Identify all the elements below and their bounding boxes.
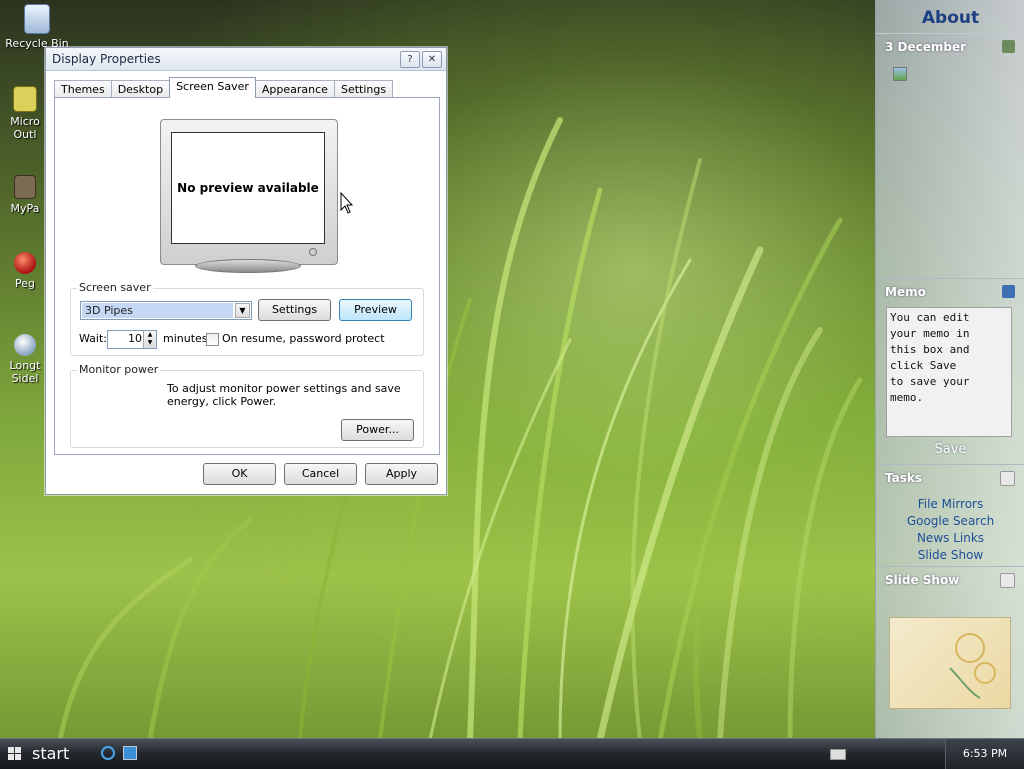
keyboard-icon[interactable] [830,749,846,760]
dialog-titlebar[interactable]: Display Properties ? ✕ [46,48,446,71]
password-protect-checkbox[interactable] [206,333,219,346]
slideshow-image[interactable] [889,617,1011,709]
screen-saver-settings-button[interactable]: Settings [258,299,331,321]
screen-saver-select[interactable]: 3D Pipes ▼ [80,301,252,320]
monitor-preview: No preview available [160,119,338,273]
slideshow-title: Slide Show [885,573,960,587]
internet-explorer-icon[interactable] [101,746,115,760]
outlook-icon [13,86,37,112]
screen-saver-group: Screen saver 3D Pipes ▼ Settings Preview… [70,281,424,356]
calendar-gadget-icon[interactable] [1002,40,1015,53]
taskbar: start 6:53 PM [0,738,1024,769]
monitor-power-led [309,248,317,256]
memo-title: Memo [885,285,926,299]
help-button[interactable]: ? [400,51,420,68]
start-button[interactable]: start [4,741,88,767]
memo-textarea[interactable]: You can edit your memo in this box and c… [886,307,1012,437]
tab-screen-saver[interactable]: Screen Saver [169,77,256,98]
task-link-file-mirrors[interactable]: File Mirrors [876,497,1024,511]
tab-desktop[interactable]: Desktop [110,80,171,98]
mypa-icon [14,175,36,199]
monitor-power-group-label: Monitor power [77,363,161,376]
close-button[interactable]: ✕ [422,51,442,68]
password-protect-label[interactable]: On resume, password protect [222,332,385,345]
windows-logo-icon [8,747,21,760]
power-description: To adjust monitor power settings and sav… [167,382,401,408]
cancel-button[interactable]: Cancel [284,463,357,485]
minutes-label: minutes [163,332,208,345]
picture-icon [893,67,907,81]
task-link-news-links[interactable]: News Links [876,531,1024,545]
wait-label: Wait: [79,332,107,345]
task-link-google-search[interactable]: Google Search [876,514,1024,528]
desktop-icon-recycle-bin[interactable]: Recycle Bin [0,4,77,50]
slideshow-gadget: Slide Show [876,567,1024,737]
quicklaunch-app-icon[interactable] [123,746,137,760]
monitor-bezel: No preview available [160,119,338,265]
preview-screen: No preview available [171,132,325,244]
power-button[interactable]: Power... [341,419,414,441]
memo-gadget-icon[interactable] [1002,285,1015,298]
monitor-stand [195,259,301,273]
task-link-slide-show[interactable]: Slide Show [876,548,1024,562]
screen-saver-panel: No preview available Screen saver 3D Pip… [54,97,440,455]
screen-saver-preview-button[interactable]: Preview [339,299,412,321]
tasks-gadget-icon[interactable] [1000,471,1015,486]
screen-saver-selected-value: 3D Pipes [82,303,233,318]
flower-sketch-icon [949,633,996,699]
wait-minutes-stepper[interactable]: 10 ▲ ▼ [107,330,157,349]
memo-save-button[interactable]: Save [876,442,1024,457]
ok-button[interactable]: OK [203,463,276,485]
mouse-cursor-icon [340,192,354,214]
calendar-gadget: 3 December [876,34,1024,279]
display-properties-dialog: Display Properties ? ✕ Themes Desktop Sc… [45,47,447,495]
dialog-tabs: Themes Desktop Screen Saver Appearance S… [54,77,394,98]
tab-settings[interactable]: Settings [333,80,394,98]
peg-icon [14,252,36,274]
recycle-bin-icon [24,4,50,34]
memo-gadget: Memo You can edit your memo in this box … [876,279,1024,465]
calendar-title: 3 December [885,40,967,54]
slideshow-gadget-icon[interactable] [1000,573,1015,588]
spin-arrows-icon[interactable]: ▲ ▼ [143,331,156,348]
wait-minutes-value: 10 [128,332,142,345]
system-tray-clock[interactable]: 6:53 PM [945,739,1024,769]
sidebar-header[interactable]: About [876,0,1024,34]
tab-appearance[interactable]: Appearance [254,80,335,98]
chevron-down-icon[interactable]: ▼ [235,303,250,318]
tasks-title: Tasks [885,471,923,485]
tab-themes[interactable]: Themes [54,80,112,98]
tasks-gadget: Tasks File Mirrors Google Search News Li… [876,465,1024,567]
screen-saver-group-label: Screen saver [77,281,153,294]
sidebar: About 3 December Memo You can edit your … [875,0,1024,738]
longt-icon [14,334,36,356]
monitor-power-group: Monitor power To adjust monitor power se… [70,363,424,448]
dialog-title: Display Properties [52,52,161,66]
apply-button[interactable]: Apply [365,463,438,485]
start-label: start [32,744,70,763]
